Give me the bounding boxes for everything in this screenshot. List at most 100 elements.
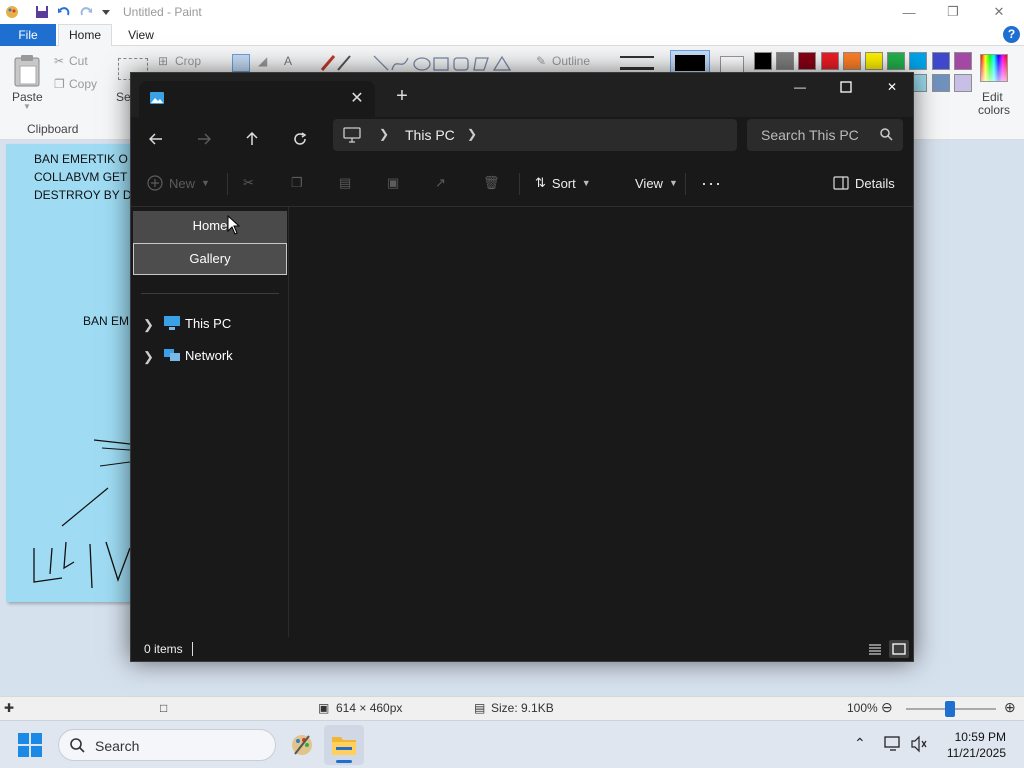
volume-muted-icon[interactable] (910, 735, 928, 753)
chevron-right-icon[interactable]: ❯ (143, 349, 154, 365)
palette-swatch[interactable] (776, 52, 795, 70)
undo-icon[interactable] (56, 4, 72, 20)
taskbar-app-paint[interactable] (282, 725, 322, 765)
zoom-in-button[interactable]: ⊕ (1004, 699, 1016, 716)
help-icon[interactable]: ? (1003, 26, 1020, 43)
explorer-minimize-button[interactable]: — (777, 73, 823, 101)
breadcrumb-chevron-icon[interactable]: ❯ (467, 127, 477, 141)
network-status-icon[interactable] (884, 735, 902, 753)
palette-swatch[interactable] (798, 52, 817, 70)
explorer-tab[interactable]: ✕ (139, 81, 375, 117)
pencil-tool-icon[interactable] (232, 54, 250, 72)
breadcrumb-this-pc[interactable]: This PC (405, 127, 455, 143)
rename-icon[interactable]: ▣ (387, 171, 399, 195)
copy-icon[interactable]: ❐ (291, 171, 303, 195)
show-hidden-icons-chevron-icon[interactable]: ⌃ (854, 735, 866, 752)
delete-icon[interactable]: 🗑 (483, 171, 500, 195)
command-bar: New ▼ ✂ ❐ ▤ ▣ ↗ 🗑 ⇅ Sort ▼ View ▼ ··· De… (131, 159, 913, 207)
up-arrow-icon[interactable] (237, 125, 267, 153)
view-button[interactable]: View ▼ (629, 171, 678, 195)
status-divider (192, 642, 193, 656)
new-button[interactable]: New ▼ (147, 171, 210, 195)
windows-start-icon[interactable] (16, 731, 44, 759)
explorer-titlebar: ✕ + — ✕ (131, 73, 913, 117)
sidebar-item-home[interactable]: Home (133, 211, 287, 243)
back-arrow-icon[interactable] (141, 125, 171, 153)
brushes-icon[interactable] (318, 52, 354, 74)
paint-close-button[interactable]: ✕ (976, 0, 1022, 24)
cut-icon[interactable]: ✂ (243, 171, 254, 195)
paint-restore-button[interactable]: ❐ (930, 0, 976, 24)
taskbar-search-box[interactable]: Search (58, 729, 276, 761)
palette-swatch[interactable] (909, 52, 928, 70)
outline-pen-icon: ✎ (536, 54, 547, 68)
sort-button[interactable]: ⇅ Sort ▼ (535, 171, 591, 195)
palette-swatch[interactable] (953, 52, 972, 70)
explorer-maximize-button[interactable] (823, 73, 869, 101)
explorer-close-button[interactable]: ✕ (869, 73, 915, 101)
chevron-right-icon[interactable]: ❯ (143, 317, 154, 333)
palette-swatch[interactable] (865, 52, 883, 70)
palette-swatch[interactable] (931, 52, 950, 70)
explorer-statusbar: 0 items (131, 637, 913, 661)
sidebar-item-network[interactable]: ❯ Network (131, 343, 287, 369)
redo-icon[interactable] (78, 4, 94, 20)
edit-colors-button[interactable]: Edit colors (972, 46, 1016, 134)
fill-tool-icon[interactable]: ◢ (258, 54, 267, 68)
drawing-canvas[interactable]: BAN EMERTIK O COLLABVM GET DESTRROY BY D… (6, 144, 136, 602)
taskbar-app-file-explorer[interactable] (324, 725, 364, 765)
edit-colors-label-line1: Edit (982, 90, 1003, 104)
palette-swatch[interactable] (842, 52, 861, 70)
size-icon[interactable] (620, 56, 654, 70)
large-icons-view-icon[interactable] (889, 640, 909, 658)
palette-swatch[interactable] (931, 74, 950, 92)
customize-toolbar-icon[interactable] (98, 4, 114, 20)
details-button[interactable]: Details (833, 171, 895, 195)
tab-home[interactable]: Home (58, 24, 112, 47)
crop-button[interactable]: Crop (175, 54, 201, 68)
item-count: 0 items (144, 642, 183, 656)
details-label: Details (855, 175, 895, 191)
palette-swatch[interactable] (820, 52, 839, 70)
refresh-icon[interactable] (285, 125, 315, 153)
taskbar-clock[interactable]: 10:59 PM 11/21/2025 (947, 729, 1006, 761)
forward-arrow-icon[interactable] (189, 125, 219, 153)
save-icon[interactable] (34, 4, 50, 20)
cut-button[interactable]: Cut (69, 54, 88, 68)
paint-palette-icon (292, 735, 312, 755)
zoom-level: 100% (847, 701, 878, 715)
close-tab-icon[interactable]: ✕ (347, 89, 367, 109)
tab-file[interactable]: File (0, 24, 56, 46)
sort-label: Sort (551, 175, 576, 191)
zoom-out-button[interactable]: ⊖ (881, 699, 893, 716)
more-options-icon[interactable]: ··· (701, 171, 722, 195)
mouse-cursor-icon (227, 215, 241, 235)
palette-swatch[interactable] (887, 52, 906, 70)
new-tab-button[interactable]: + (391, 85, 413, 107)
sidebar-item-gallery[interactable]: Gallery (133, 243, 287, 275)
address-bar[interactable]: ❯ This PC ❯ (333, 119, 737, 151)
zoom-slider-thumb[interactable] (945, 701, 955, 717)
clock-date: 11/21/2025 (946, 746, 1006, 760)
paint-minimize-button[interactable]: — (886, 0, 932, 24)
paste-icon[interactable]: ▤ (339, 171, 351, 195)
select-button[interactable]: Se (116, 90, 131, 104)
search-box[interactable]: Search This PC (747, 119, 903, 151)
palette-swatch[interactable] (953, 74, 972, 92)
palette-swatch[interactable] (754, 52, 772, 70)
sidebar-item-this-pc[interactable]: ❯ This PC (131, 311, 287, 337)
taskbar-search-placeholder: Search (95, 738, 140, 754)
text-tool-icon[interactable]: A (284, 54, 292, 68)
shapes-gallery[interactable] (372, 54, 522, 74)
paste-dropdown-icon[interactable]: ▼ (23, 102, 31, 111)
details-view-icon[interactable] (865, 640, 885, 658)
crop-icon: ⊞ (158, 54, 169, 68)
image-size-icon: ▣ (318, 701, 330, 715)
share-icon[interactable]: ↗ (435, 171, 446, 195)
tab-view[interactable]: View (118, 24, 164, 46)
copy-button[interactable]: Copy (69, 77, 97, 91)
breadcrumb-chevron-icon[interactable]: ❯ (379, 127, 389, 141)
outline-dropdown[interactable]: Outline (552, 54, 590, 68)
paste-icon[interactable] (12, 54, 42, 88)
file-list-area[interactable] (290, 207, 913, 637)
